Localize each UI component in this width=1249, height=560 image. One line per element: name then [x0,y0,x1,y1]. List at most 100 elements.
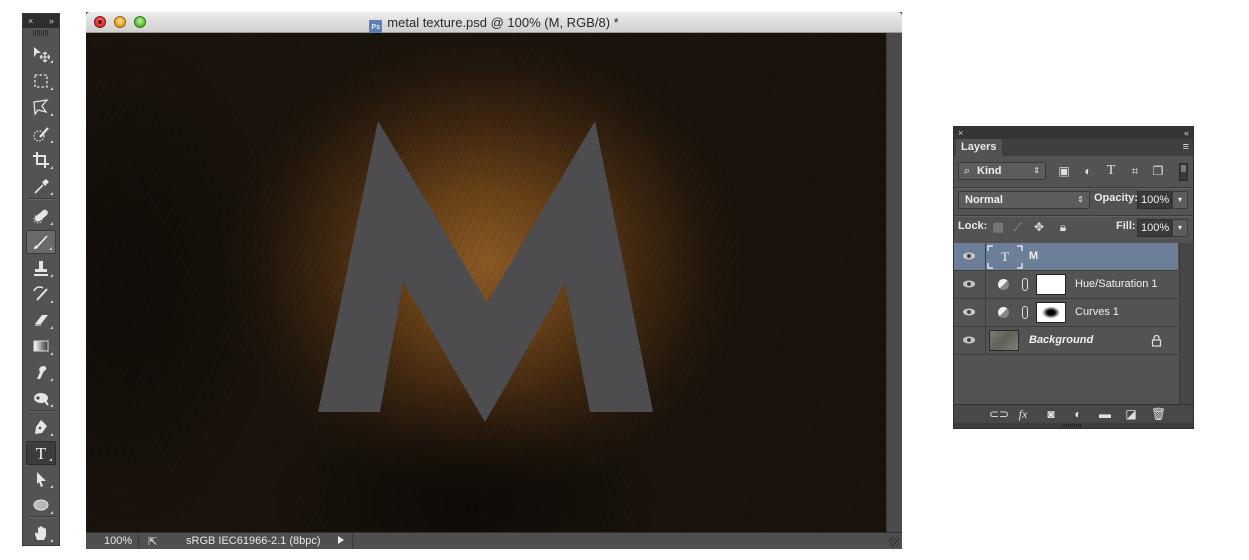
visibility-eye-icon[interactable] [962,335,976,345]
new-layer-icon[interactable]: ◪ [1124,408,1138,421]
layer-thumbnail [989,330,1019,351]
tool-lasso[interactable] [26,95,56,119]
visibility-eye-icon[interactable] [962,307,976,317]
dodge-icon [34,393,49,406]
link-chain-icon[interactable] [1022,278,1028,291]
opacity-input[interactable]: 100% [1137,191,1172,209]
divider [985,327,986,355]
svg-text:T: T [1001,249,1009,264]
status-divider [138,533,139,549]
layer-row-m[interactable]: T M [954,243,1178,271]
trash-icon[interactable]: 🗑︎ [1151,408,1166,421]
status-menu-arrow-icon[interactable] [338,536,344,544]
submenu-triangle-icon [50,60,53,63]
history-brush-icon [33,286,48,301]
collapse-icon[interactable]: « [1184,128,1189,138]
brush-icon [34,235,48,249]
tool-history-brush[interactable] [26,282,56,306]
lock-icon [1151,334,1162,347]
new-adjustment-icon[interactable]: ◐ [1071,408,1085,421]
tool-hand[interactable] [26,521,56,545]
tool-eyedropper[interactable] [26,174,56,198]
close-icon[interactable]: × [958,128,963,138]
canvas[interactable] [86,33,886,532]
visibility-eye-icon[interactable] [962,279,976,289]
panel-resize-grip[interactable] [954,423,1193,428]
zoom-level[interactable]: 100% [104,535,132,547]
layer-mask-thumbnail[interactable] [1036,274,1066,295]
shape-filter-icon[interactable]: ⌗ [1128,164,1142,178]
blend-mode-select[interactable]: Normal ⇕ [958,191,1090,209]
stamp-icon [34,261,48,276]
vertical-scrollbar[interactable] [886,33,902,532]
filter-toggle[interactable] [1179,163,1188,181]
fx-icon[interactable]: fx [1016,408,1030,421]
tool-ellipse[interactable] [26,493,56,517]
filter-kind-select[interactable]: ⌕ Kind ⇕ [958,162,1046,180]
submenu-triangle-icon [50,433,53,436]
new-group-icon[interactable]: ▬ [1098,408,1112,421]
type-filter-icon[interactable]: T [1104,164,1118,178]
layer-name: Hue/Saturation 1 [1075,278,1158,290]
tools-panel: × » T [22,13,60,546]
adjustment-filter-icon[interactable]: ◐ [1081,164,1095,178]
submenu-triangle-icon [50,87,53,90]
layer-name: Curves 1 [1075,306,1120,318]
layer-row-hue-saturation[interactable]: Hue/Saturation 1 [954,271,1178,299]
submenu-triangle-icon [50,378,53,381]
lasso-icon [33,99,49,116]
layer-row-curves[interactable]: Curves 1 [954,299,1178,327]
tool-group-divider [28,516,56,518]
tool-gradient[interactable] [26,334,56,358]
tool-healing[interactable] [26,204,56,228]
tool-marquee[interactable] [26,69,56,93]
hand-icon [35,526,46,540]
tool-quick-select[interactable] [26,122,56,146]
smart-object-filter-icon[interactable]: ❐ [1151,164,1165,178]
expand-icon[interactable]: » [49,16,54,26]
layer-mask-thumbnail[interactable] [1036,302,1066,323]
adjustment-layer-icon [998,307,1009,318]
fill-input[interactable]: 100% [1137,219,1172,237]
link-layers-icon[interactable]: ⊂⊃ [989,408,1009,421]
share-icon[interactable]: ⇱ [148,535,157,548]
fill-dropdown-button[interactable]: ▾ [1172,219,1188,237]
panel-grip[interactable] [33,30,49,36]
letter-m-shape[interactable] [318,121,653,422]
lock-all-icon[interactable]: 🔒︎ [1056,220,1070,234]
close-icon[interactable]: × [28,16,33,26]
tab-layers[interactable]: Layers [956,139,1002,156]
layers-panel-header: × « [954,127,1193,139]
tool-move[interactable] [26,42,56,66]
visibility-eye-icon[interactable] [962,251,976,261]
title-bar[interactable]: Ps metal texture.psd @ 100% (M, RGB/8) * [86,12,902,33]
divider [985,299,986,327]
tool-group-divider [28,410,56,412]
gradient-icon [33,340,49,352]
panel-tabs: Layers ≡ [954,139,1193,156]
tool-smudge[interactable] [26,360,56,384]
divider [954,187,1193,189]
submenu-triangle-icon [50,326,53,329]
quick-select-icon [33,127,49,142]
lock-transparent-icon[interactable]: ▩ [991,220,1005,234]
layers-scrollbar[interactable] [1179,243,1193,404]
layer-row-background[interactable]: Background [954,327,1178,355]
opacity-dropdown-button[interactable]: ▾ [1172,191,1188,209]
link-chain-icon[interactable] [1022,306,1028,319]
resize-grip-icon[interactable] [889,537,899,547]
tool-eraser[interactable] [26,308,56,332]
tool-dodge[interactable] [26,386,56,410]
tool-brush[interactable] [26,230,56,254]
tool-crop[interactable] [26,148,56,172]
add-mask-icon[interactable]: ◙ [1044,408,1058,421]
tool-pen[interactable] [26,415,56,439]
tool-path-select[interactable] [26,467,56,491]
lock-pixels-brush-icon[interactable]: ⟋ [1011,220,1025,234]
image-filter-icon[interactable]: ▣ [1057,164,1071,178]
lock-position-icon[interactable]: ✥ [1032,220,1046,234]
document-title-text: metal texture.psd @ 100% (M, RGB/8) * [387,15,619,30]
tool-type[interactable]: T [26,441,56,465]
panel-menu-icon[interactable]: ≡ [1183,141,1189,153]
tool-stamp[interactable] [26,256,56,280]
